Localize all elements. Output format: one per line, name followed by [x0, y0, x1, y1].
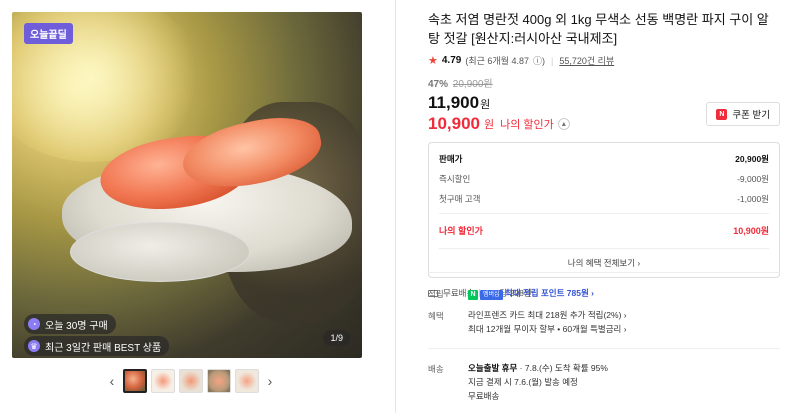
points-label: 적립 [428, 289, 444, 299]
section-divider [428, 272, 780, 273]
best-seller-text: 최근 3일간 판매 BEST 상품 [45, 342, 162, 354]
npay-badge: N 멤버십 [468, 290, 503, 300]
thumbnail-strip: ‹ › [105, 369, 277, 393]
discount-line: 47% 20,900원 [428, 75, 780, 90]
breakdown-row: 판매가 20,900원 [439, 149, 769, 169]
info-icon[interactable]: ⓘ) [533, 54, 545, 67]
star-icon: ★ [428, 55, 438, 67]
total-label: 나의 할인가 [439, 225, 483, 236]
naver-icon: N [716, 108, 728, 120]
sale-price-unit: 원 [480, 99, 491, 111]
divider [439, 213, 769, 214]
points-row[interactable]: N 멤버십 최대 적립 포인트 785원 › [468, 286, 594, 300]
next-thumb-button[interactable]: › [263, 373, 277, 389]
section-divider [428, 348, 780, 349]
breakdown-row: 첫구매 고객 -1,000원 [439, 189, 769, 209]
product-title: 속초 저염 명란젓 400g 외 1kg 무색소 선동 백명란 파지 구이 알탕… [428, 12, 769, 46]
arrival-estimate: · 7.8.(수) 도착 확률 95% [519, 363, 608, 373]
price-breakdown: 판매가 20,900원 즉시할인 -9,000원 첫구매 고객 -1,000원 … [428, 142, 780, 278]
installment-link[interactable]: 최대 12개월 무이자 할부 • 60개월 특별금리 › [468, 322, 627, 336]
discount-rate: 47% [428, 79, 449, 90]
thumbnail[interactable] [123, 369, 147, 393]
coupon-button[interactable]: N 쿠폰 받기 [706, 102, 780, 126]
coupon-label: 쿠폰 받기 [732, 110, 770, 121]
column-divider [395, 0, 396, 413]
breakdown-value: -9,000원 [737, 174, 769, 184]
benefits-rows: 라인프렌즈 카드 최대 218원 추가 적립(2%) › 최대 12개월 무이자… [468, 308, 627, 336]
naver-pay-icon: N [468, 290, 478, 300]
thumbnail[interactable] [179, 369, 203, 393]
my-price-unit: 원 [484, 119, 495, 131]
clock-icon: ◔ [28, 318, 40, 330]
breakdown-row: 즉시할인 -9,000원 [439, 169, 769, 189]
total-value: 10,900원 [733, 225, 769, 236]
thumbnail[interactable] [207, 369, 231, 393]
purchase-count-chip: ◔ 오늘 30명 구매 [24, 314, 116, 334]
separator: | [550, 55, 554, 66]
membership-badge: 멤버십 [480, 290, 503, 300]
trophy-icon: ♛ [28, 340, 40, 352]
thumbnail[interactable] [235, 369, 259, 393]
delivery-today-label: 오늘출발 휴무 [468, 363, 518, 373]
purchase-count-text: 오늘 30명 구매 [45, 320, 108, 332]
thumbnail[interactable] [151, 369, 175, 393]
sale-price-value: 11,900 [428, 93, 480, 112]
rating-detail: (최근 6개월 4.87 [465, 56, 529, 66]
breakdown-label: 판매가 [439, 154, 463, 164]
card-benefit-link[interactable]: 라인프렌즈 카드 최대 218원 추가 적립(2%) › [468, 308, 627, 322]
breakdown-value: -1,000원 [737, 194, 769, 204]
delivery-rows: 오늘출발 휴무 · 7.8.(수) 도착 확률 95% 지금 결제 시 7.6.… [468, 361, 608, 403]
best-seller-chip: ♛ 최근 3일간 판매 BEST 상품 [24, 336, 170, 356]
chevron-up-icon[interactable]: ▲ [557, 118, 570, 130]
breakdown-value: 20,900원 [735, 154, 769, 164]
my-price-label: 나의 할인가 [500, 119, 554, 131]
delivery-status: 오늘출발 휴무 · 7.8.(수) 도착 확률 95% [468, 361, 608, 375]
rating-score: 4.79 [441, 55, 462, 66]
original-price: 20,900원 [452, 79, 493, 90]
rating-row: ★ 4.79 (최근 6개월 4.87 ⓘ) | 55,720건 리뷰 [428, 54, 780, 67]
breakdown-label: 즉시할인 [439, 174, 471, 184]
delivery-fee: 무료배송 [468, 391, 500, 401]
product-image[interactable]: 오늘끝딜 ◔ 오늘 30명 구매 ♛ 최근 3일간 판매 BEST 상품 1/9 [12, 12, 362, 358]
delivery-label: 배송 [428, 364, 444, 374]
ship-date: 지금 결제 시 7.6.(월) 발송 예정 [468, 377, 578, 387]
review-link[interactable]: 55,720건 리뷰 [559, 54, 614, 67]
prev-thumb-button[interactable]: ‹ [105, 373, 119, 389]
product-info: 속초 저염 명란젓 400g 외 1kg 무색소 선동 백명란 파지 구이 알탕… [428, 10, 780, 299]
my-price-value: 10,900 [428, 114, 480, 133]
glove-thumb [70, 222, 250, 282]
today-deal-badge: 오늘끝딜 [24, 23, 73, 44]
breakdown-total: 나의 할인가 10,900원 [439, 220, 769, 240]
points-text: 최대 적립 포인트 785원 › [504, 288, 594, 298]
image-counter: 1/9 [323, 330, 350, 346]
breakdown-label: 첫구매 고객 [439, 194, 481, 204]
benefits-label: 혜택 [428, 311, 444, 321]
